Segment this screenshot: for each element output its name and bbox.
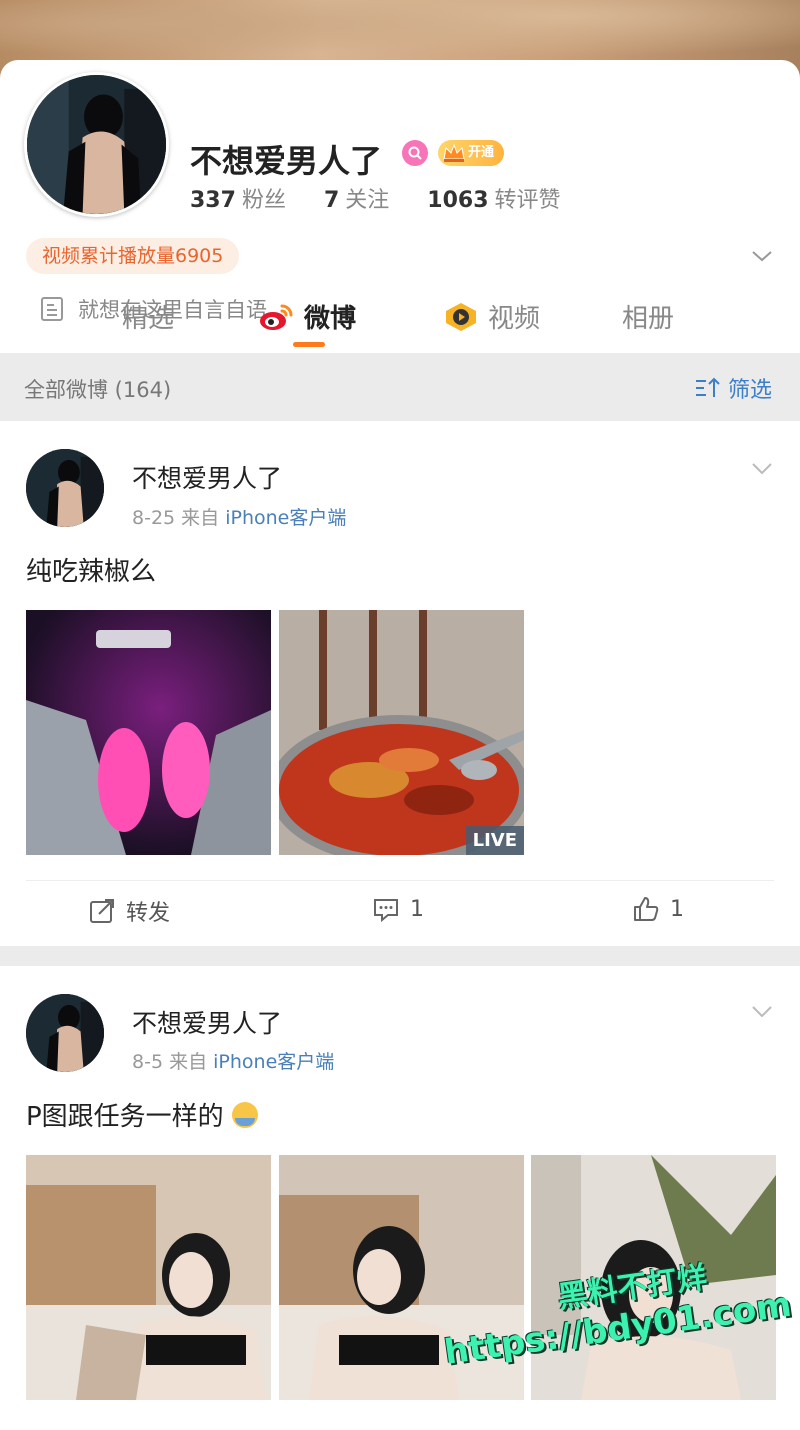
post-source[interactable]: iPhone客户端	[225, 507, 346, 529]
tab-label: 微博	[304, 304, 357, 334]
crown-icon	[443, 143, 465, 162]
post-from: 来自	[181, 507, 220, 529]
post-separator	[0, 946, 800, 966]
post-count: 全部微博 (164)	[24, 378, 172, 402]
comment-icon	[374, 899, 398, 923]
tab-weibo[interactable]: 微博	[258, 298, 356, 335]
stat-label: 粉丝	[241, 188, 286, 213]
video-plays-badge[interactable]: 视频累计播放量6905	[26, 238, 240, 274]
comment-button[interactable]: 1	[372, 895, 424, 923]
filter-bar: 全部微博 (164) 筛选	[0, 353, 800, 421]
repost-icon	[90, 899, 114, 923]
filter-button[interactable]: 筛选	[694, 372, 772, 404]
like-count: 1	[670, 896, 684, 922]
repost-button[interactable]: 转发	[88, 895, 170, 927]
post-text: 纯吃辣椒么	[26, 557, 157, 587]
following-stat[interactable]: 7 关注	[324, 182, 389, 214]
stat-label: 转评赞	[494, 188, 561, 213]
tab-featured[interactable]: 精选	[122, 298, 174, 335]
tab-video[interactable]: 视频	[444, 298, 540, 335]
stat-value: 1063	[427, 188, 489, 213]
repost-label: 转发	[126, 901, 171, 926]
tab-label: 精选	[122, 304, 175, 334]
comment-count: 1	[410, 896, 424, 922]
search-icon[interactable]	[402, 140, 428, 166]
tab-label: 相册	[622, 304, 675, 334]
post-from: 来自	[169, 1051, 208, 1073]
stat-value: 337	[190, 188, 236, 213]
post-author[interactable]: 不想爱男人了	[132, 459, 282, 495]
weibo-icon	[260, 304, 293, 330]
vip-label: 开通	[468, 145, 495, 160]
post-meta: 8-25 来自 iPhone客户端	[132, 503, 346, 530]
chevron-down-icon[interactable]	[750, 1004, 774, 1020]
post-image[interactable]: LIVE	[279, 610, 524, 855]
engagement-stat[interactable]: 1063 转评赞	[427, 182, 560, 214]
vip-open-button[interactable]: 开通	[438, 140, 505, 166]
post-text: P图跟任务一样的	[26, 1096, 258, 1133]
stat-value: 7	[323, 188, 340, 213]
filter-icon	[695, 377, 720, 397]
filter-label: 筛选	[727, 378, 772, 403]
profile-tabs: 精选 微博 视频 相册	[0, 290, 800, 352]
tab-label: 视频	[488, 304, 541, 334]
emoji-icon	[231, 1102, 258, 1128]
profile-card: 不想爱男人了 开通 337 粉丝 7 关注 1063 转评赞 视频累计播放量6905 …	[0, 60, 800, 355]
post-avatar[interactable]	[26, 449, 104, 527]
divider	[26, 880, 774, 881]
like-button[interactable]: 1	[632, 895, 684, 923]
profile-stats: 337 粉丝 7 关注 1063 转评赞	[190, 182, 561, 214]
post-date: 8-25	[132, 507, 176, 529]
post-meta: 8-5 来自 iPhone客户端	[132, 1047, 334, 1074]
profile-name: 不想爱男人了	[190, 142, 383, 180]
chevron-down-icon[interactable]	[750, 461, 774, 477]
post-date: 8-5	[132, 1051, 164, 1073]
followers-stat[interactable]: 337 粉丝	[190, 182, 286, 214]
tab-album[interactable]: 相册	[622, 298, 674, 335]
post-card[interactable]: 不想爱男人了 8-25 来自 iPhone客户端 纯吃辣椒么 LIVE 转发 1…	[0, 421, 800, 946]
chevron-down-icon[interactable]	[750, 246, 774, 266]
stat-label: 关注	[345, 188, 390, 213]
live-badge: LIVE	[465, 826, 524, 855]
video-icon	[446, 302, 476, 331]
post-card[interactable]: 不想爱男人了 8-5 来自 iPhone客户端 P图跟任务一样的	[0, 966, 800, 1430]
post-image[interactable]	[26, 610, 271, 855]
post-source[interactable]: iPhone客户端	[213, 1051, 334, 1073]
post-author[interactable]: 不想爱男人了	[132, 1004, 282, 1040]
post-image[interactable]	[26, 1155, 271, 1400]
thumbs-up-icon	[634, 897, 659, 921]
active-tab-indicator	[293, 342, 325, 347]
post-text-content: P图跟任务一样的	[26, 1102, 224, 1132]
post-avatar[interactable]	[26, 994, 104, 1072]
avatar[interactable]	[24, 72, 169, 217]
